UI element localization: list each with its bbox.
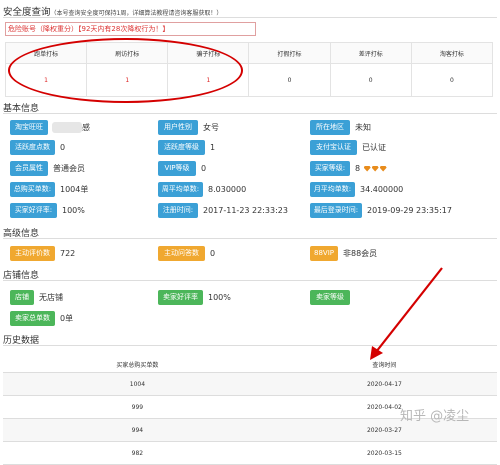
red-arrow-annotation — [370, 267, 443, 360]
history-cell: 982 — [3, 441, 272, 465]
history-cell: 2020-03-15 — [271, 441, 497, 465]
table-row: 982 2020-03-15 — [3, 441, 497, 465]
watermark: 知乎 @凌尘 — [400, 409, 470, 424]
